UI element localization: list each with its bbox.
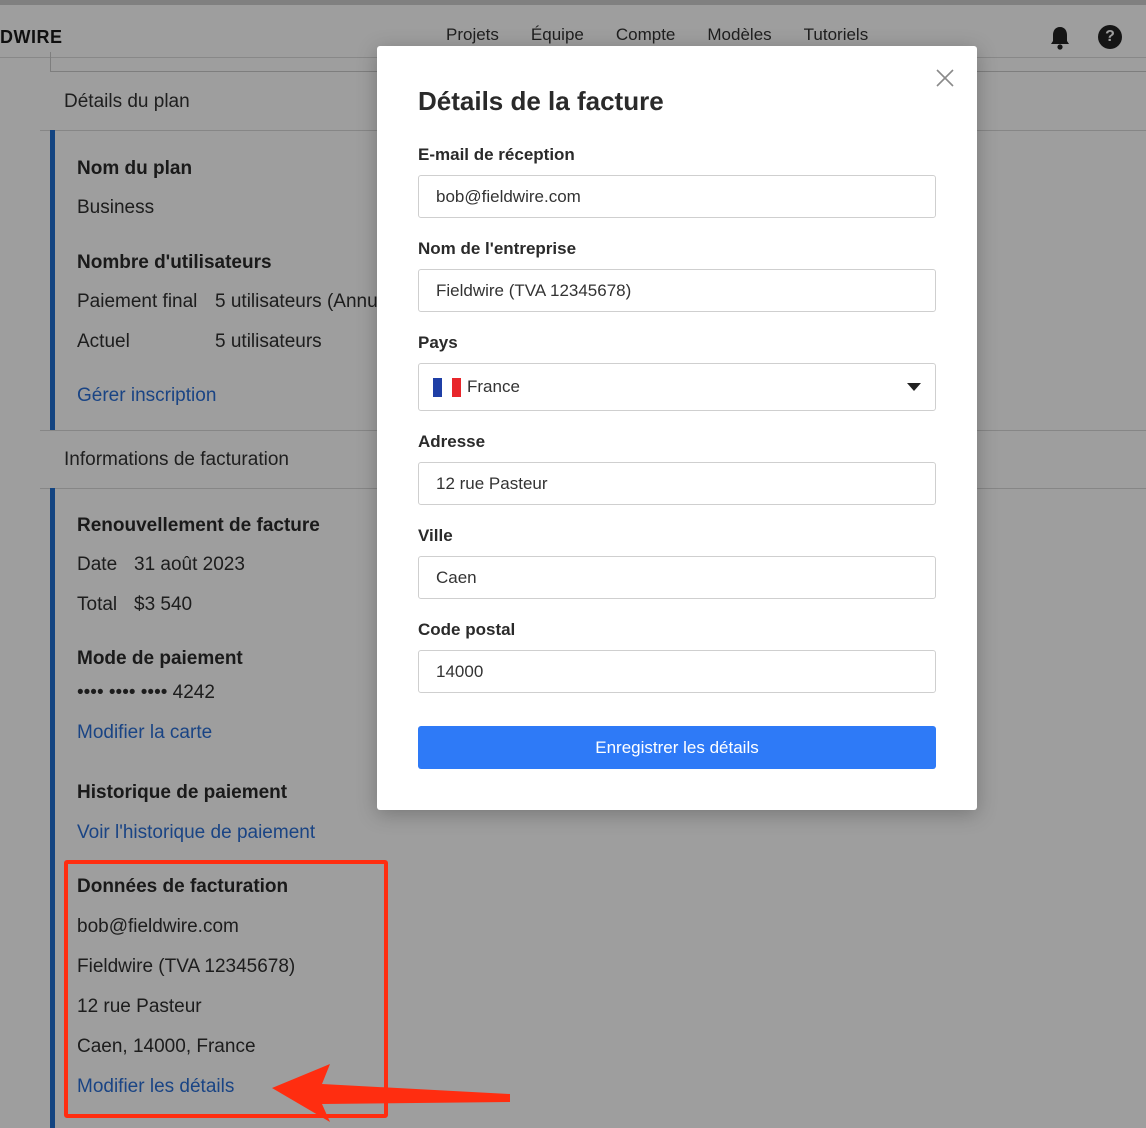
email-field[interactable] (418, 175, 936, 218)
country-selected-value: France (467, 377, 520, 396)
city-label: Ville (418, 526, 453, 545)
address-label: Adresse (418, 432, 486, 451)
company-label: Nom de l'entreprise (418, 239, 577, 258)
country-label: Pays (418, 333, 458, 352)
france-flag-icon (433, 378, 461, 397)
zip-field[interactable] (418, 650, 936, 693)
zip-label: Code postal (418, 620, 516, 639)
annotation-arrow-icon (272, 1064, 510, 1122)
save-details-button[interactable]: Enregistrer les détails (418, 726, 936, 769)
country-select[interactable]: France (418, 363, 936, 411)
caret-down-icon (907, 383, 921, 391)
email-label: E-mail de réception (418, 145, 575, 164)
close-icon[interactable] (935, 68, 955, 88)
company-field[interactable] (418, 269, 936, 312)
modal-title: Détails de la facture (418, 86, 664, 116)
city-field[interactable] (418, 556, 936, 599)
invoice-details-modal: Détails de la facture E-mail de réceptio… (377, 46, 977, 810)
address-field[interactable] (418, 462, 936, 505)
